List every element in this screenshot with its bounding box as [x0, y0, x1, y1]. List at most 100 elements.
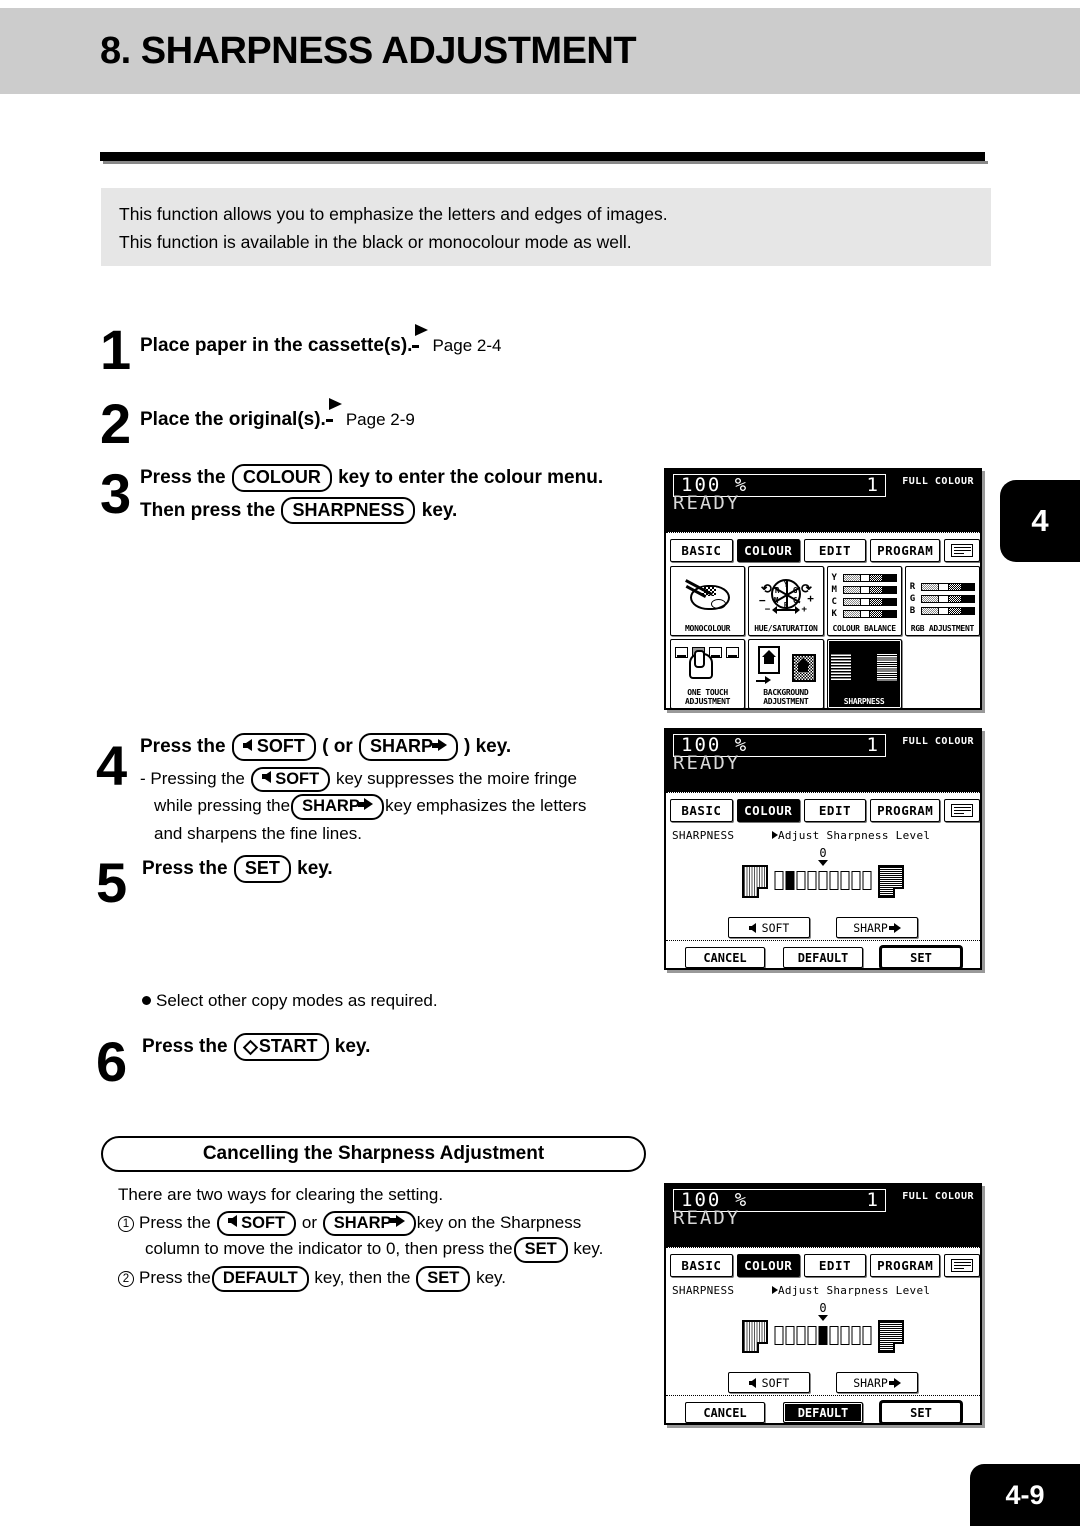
function-hue-saturation-label: HUE/SATURATION [754, 623, 818, 633]
tab-basic[interactable]: BASIC [670, 1254, 733, 1277]
function-one-touch-adjustment[interactable]: ONE TOUCH ADJUSTMENT [670, 639, 746, 708]
scale-cell[interactable] [818, 871, 828, 890]
step-6-number: 6 [96, 1030, 128, 1093]
scale-cell[interactable] [796, 871, 806, 890]
scale-cell[interactable] [840, 871, 850, 890]
tab-edit[interactable]: EDIT [803, 799, 867, 822]
set-button[interactable]: SET [881, 947, 961, 968]
colour-function-grid: MONOCOLOUR ⟲ ⟳ R Y G C B M − + − + HUE/S… [670, 566, 980, 708]
bar-label-c: C [831, 597, 837, 608]
default-button[interactable]: DEFAULT [783, 1402, 863, 1423]
function-rgb-adjustment[interactable]: R G B RGB ADJUSTMENT [904, 566, 980, 636]
tab-keypad[interactable] [944, 1254, 980, 1277]
background-icon [749, 640, 822, 689]
function-grid-empty-slot [905, 639, 980, 708]
step-4-body: Press the SOFT ( or SHARP ) key. - Press… [140, 733, 660, 847]
scale-cell[interactable] [774, 871, 784, 890]
tab-colour[interactable]: COLOUR [736, 539, 800, 562]
chapter-tab: 4 [1000, 480, 1080, 562]
function-hue-saturation[interactable]: ⟲ ⟳ R Y G C B M − + − + HUE/SATURATION [748, 566, 824, 636]
scale-cell[interactable] [774, 1326, 784, 1345]
scale-cell-active[interactable] [818, 1326, 828, 1345]
scale-cell[interactable] [807, 871, 817, 890]
colour-wheel-icon: ⟲ ⟳ R Y G C B M − + − + [758, 578, 814, 615]
sharp-key-cancel[interactable]: SHARP [322, 1210, 416, 1237]
tab-program[interactable]: PROGRAM [870, 539, 941, 562]
scale-cell[interactable] [807, 1326, 817, 1345]
list-number-2: 2 [118, 1271, 134, 1288]
soft-key-inline[interactable]: SOFT [250, 766, 331, 793]
sharpness-key[interactable]: SHARPNESS [281, 496, 416, 525]
tab-basic[interactable]: BASIC [670, 539, 733, 562]
status-text: READY [673, 492, 741, 514]
page-number-tab: 4-9 [970, 1464, 1080, 1526]
cancelling-section-body: There are two ways for clearing the sett… [118, 1182, 678, 1294]
sharp-key-label: SHARP [370, 736, 433, 756]
soft-button[interactable]: SOFT [728, 917, 810, 938]
note-text: Select other copy modes as required. [156, 991, 438, 1010]
scale-cell[interactable] [851, 1326, 861, 1345]
step-3-line1-suffix: key to enter the colour menu. [338, 467, 604, 488]
lcd-tab-row: BASIC COLOUR EDIT PROGRAM [670, 1253, 980, 1278]
set-button[interactable]: SET [881, 1402, 961, 1423]
cancel-button[interactable]: CANCEL [685, 1402, 765, 1423]
step-2-text: Place the original(s). [140, 409, 326, 430]
scale-cell-active[interactable] [785, 871, 795, 890]
tab-program[interactable]: PROGRAM [870, 799, 941, 822]
set-key-cancel-1[interactable]: SET [513, 1237, 568, 1264]
tab-keypad[interactable] [944, 799, 980, 822]
function-sharpness[interactable]: SHARPNESS [826, 639, 902, 708]
cancelling-intro: There are two ways for clearing the sett… [118, 1185, 444, 1204]
sharp-button[interactable]: SHARP [836, 1372, 918, 1393]
set-key-cancel-2[interactable]: SET [416, 1266, 471, 1292]
scale-cell[interactable] [862, 871, 872, 890]
cancel-button[interactable]: CANCEL [685, 947, 765, 968]
tab-colour[interactable]: COLOUR [736, 1254, 800, 1277]
tab-edit[interactable]: EDIT [803, 539, 867, 562]
step-5-number: 5 [96, 851, 128, 914]
function-colour-balance-label: COLOUR BALANCE [832, 623, 897, 633]
bar-label-r: R [909, 581, 916, 592]
scale-cell[interactable] [796, 1326, 806, 1345]
cancel-1-or: or [301, 1212, 317, 1232]
tab-colour[interactable]: COLOUR [736, 799, 800, 822]
tab-edit[interactable]: EDIT [803, 1254, 867, 1277]
default-key-cancel[interactable]: DEFAULT [211, 1266, 309, 1292]
function-rgb-adjustment-label: RGB ADJUSTMENT [910, 623, 975, 633]
sharpness-level-scale[interactable] [774, 871, 872, 890]
sharpness-level-scale[interactable] [774, 1326, 872, 1345]
set-key[interactable]: SET [233, 855, 291, 883]
soft-button[interactable]: SOFT [728, 1372, 810, 1393]
sharp-sample-icon [878, 865, 904, 898]
scale-cell[interactable] [862, 1326, 872, 1345]
function-background-adjustment[interactable]: BACKGROUND ADJUSTMENT [748, 639, 824, 708]
colour-key[interactable]: COLOUR [231, 464, 332, 492]
cancel-2-a: Press the [139, 1268, 211, 1288]
function-one-touch-label: ONE TOUCH ADJUSTMENT [685, 688, 731, 706]
arrow-right-icon [888, 1377, 901, 1388]
start-key[interactable]: START [233, 1033, 329, 1061]
function-colour-balance[interactable]: Y M C K COLOUR BALANCE [826, 566, 902, 636]
sharp-button[interactable]: SHARP [836, 917, 918, 938]
copy-count-value: 1 [866, 734, 878, 756]
scale-cell[interactable] [829, 871, 839, 890]
soft-key-cancel[interactable]: SOFT [216, 1210, 297, 1237]
scale-cell[interactable] [840, 1326, 850, 1345]
scale-cell[interactable] [785, 1326, 795, 1345]
function-monocolour[interactable]: MONOCOLOUR [670, 566, 746, 636]
soft-key[interactable]: SOFT [231, 733, 316, 761]
default-button[interactable]: DEFAULT [783, 947, 863, 968]
sharp-key-inline[interactable]: SHARP [291, 794, 385, 820]
sharp-key[interactable]: SHARP [359, 733, 458, 761]
tab-basic[interactable]: BASIC [670, 799, 733, 822]
tab-keypad[interactable] [944, 539, 980, 562]
cancel-1-a: Press the [139, 1212, 211, 1232]
tab-program[interactable]: PROGRAM [870, 1254, 941, 1277]
scale-cell[interactable] [829, 1326, 839, 1345]
sharpness-prompt-wrap: Adjust Sharpness Level [772, 829, 930, 842]
step-5-body: Press the SET key. [142, 855, 333, 883]
sharpness-control-area: 0 SOFT SHARP [666, 845, 980, 938]
scale-cell[interactable] [851, 871, 861, 890]
function-background-label: BACKGROUND ADJUSTMENT [763, 688, 809, 706]
step-4-sub-d: key emphasizes the letters [385, 796, 587, 816]
